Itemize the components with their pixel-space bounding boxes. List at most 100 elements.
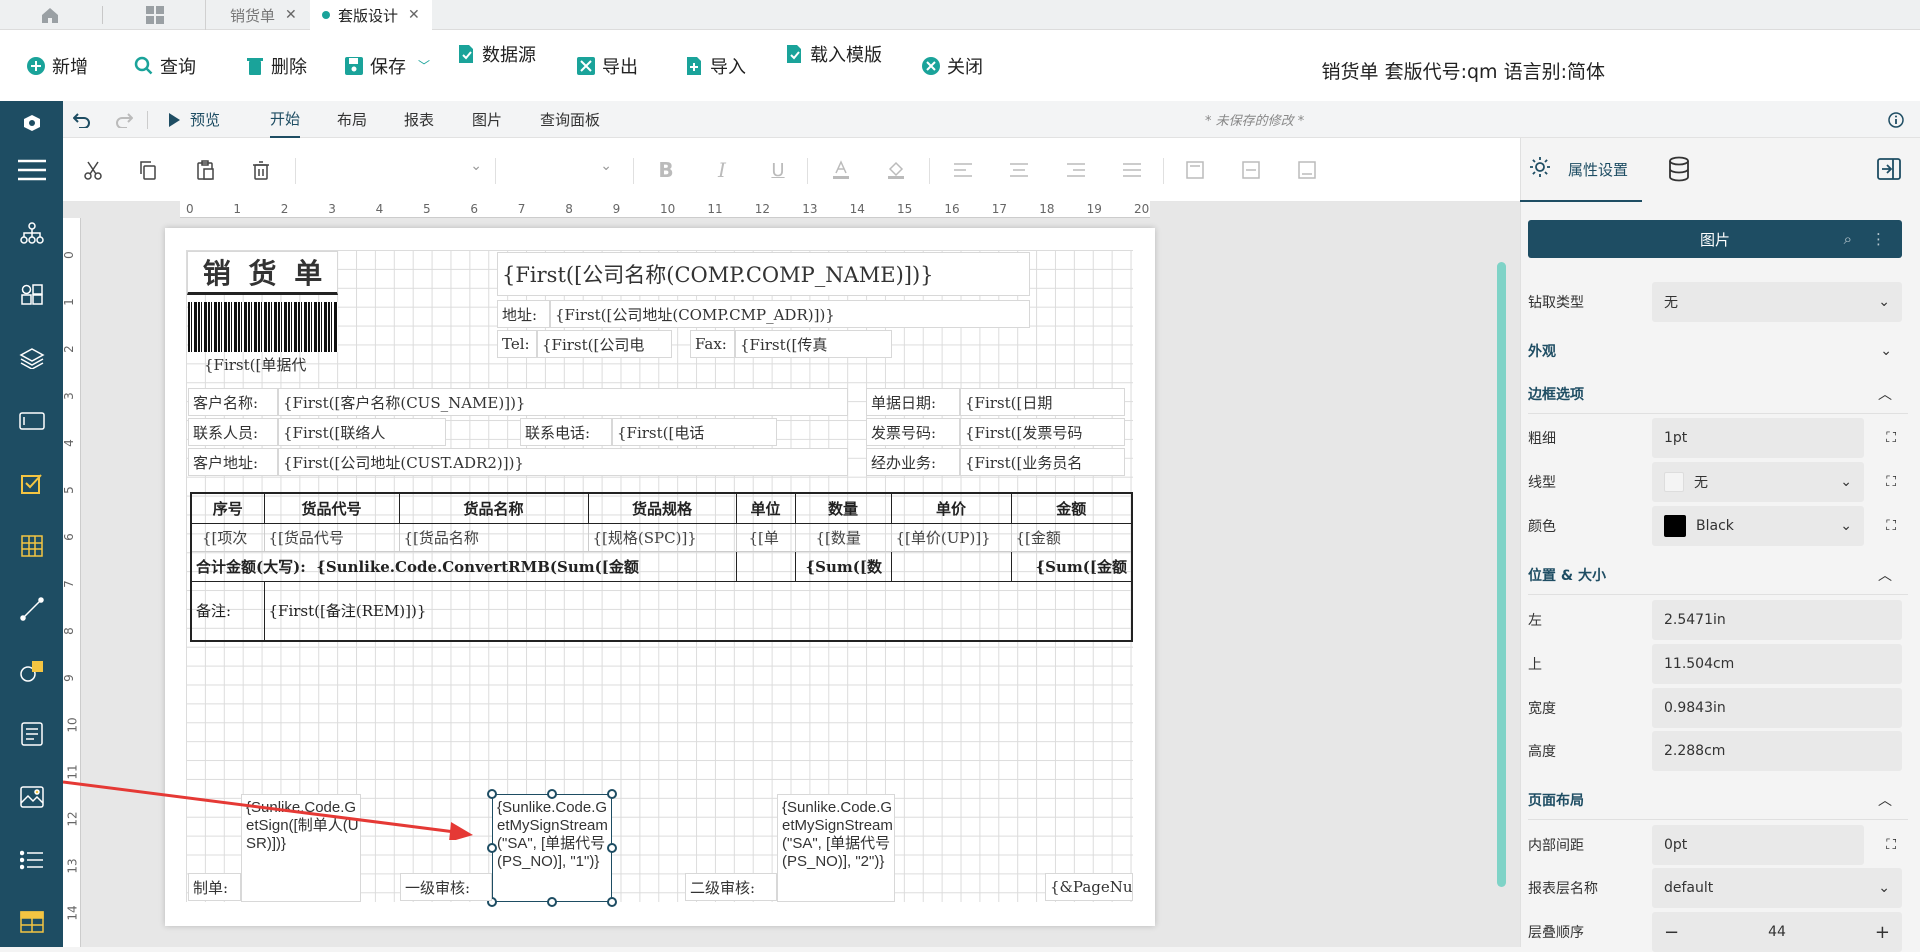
align-left-icon[interactable]: [945, 138, 981, 202]
trash-icon[interactable]: [243, 138, 279, 202]
top-input[interactable]: 11.504cm: [1652, 644, 1902, 684]
new-button[interactable]: 新增: [26, 30, 88, 101]
fax-field[interactable]: {First([传真: [735, 330, 892, 358]
drill-type-select[interactable]: 无 ⌄: [1652, 282, 1902, 322]
tab-start[interactable]: 开始: [270, 101, 301, 138]
cell[interactable]: {[货品代号: [263, 522, 400, 552]
close-icon[interactable]: ✕: [285, 7, 297, 23]
address-label[interactable]: 地址:: [497, 300, 550, 328]
width-input[interactable]: 0.9843in: [1652, 688, 1902, 728]
more-icon[interactable]: ⋮: [1871, 230, 1886, 248]
invoice-field[interactable]: {First([发票号码: [960, 418, 1125, 446]
contact-field[interactable]: {First([联络人: [278, 418, 446, 446]
customer-address-label[interactable]: 客户地址:: [188, 448, 278, 476]
header-cell[interactable]: 单位: [735, 492, 796, 524]
align-center-icon[interactable]: [1001, 138, 1037, 202]
date-label[interactable]: 单据日期:: [866, 388, 960, 416]
header-cell[interactable]: 单价: [890, 492, 1012, 524]
resize-handle[interactable]: [607, 843, 617, 853]
phone-field[interactable]: {First([电话: [612, 418, 777, 446]
detail-table[interactable]: 序号 货品代号 货品名称 货品规格 单位 数量 单价 金额 {[项次 {[货品代…: [190, 492, 1133, 642]
grid-table-icon[interactable]: [0, 900, 63, 944]
color-select[interactable]: Black ⌄: [1652, 506, 1864, 546]
contact-label[interactable]: 联系人员:: [188, 418, 278, 446]
vertical-scrollbar[interactable]: [1497, 262, 1506, 887]
list-icon[interactable]: [0, 838, 63, 882]
report-title[interactable]: 销 货 单: [187, 251, 338, 295]
layer-select[interactable]: default ⌄: [1652, 868, 1902, 908]
sum-amount-cell[interactable]: {Sum([金额: [1010, 550, 1133, 582]
resize-handle[interactable]: [607, 789, 617, 799]
header-cell[interactable]: 货品名称: [398, 492, 589, 524]
border-section[interactable]: 边框选项 ︿: [1528, 374, 1908, 414]
sum-qty-cell[interactable]: {Sum([数: [794, 550, 892, 582]
save-button[interactable]: 保存 ﹀: [344, 30, 430, 101]
info-icon[interactable]: [1888, 101, 1904, 138]
shapes-icon[interactable]: [0, 649, 63, 693]
export-button[interactable]: 导出: [576, 30, 638, 101]
tab-layout[interactable]: 布局: [337, 101, 367, 138]
menu-icon[interactable]: [0, 148, 63, 192]
tab-sales-order[interactable]: 销货单 ✕: [230, 0, 297, 30]
font-color-icon[interactable]: [823, 138, 859, 202]
header-cell[interactable]: 金额: [1010, 492, 1133, 524]
invoice-label[interactable]: 发票号码:: [866, 418, 960, 446]
load-template-button[interactable]: 载入模版: [784, 18, 882, 89]
import-button[interactable]: 导入: [684, 30, 746, 101]
expand-icon[interactable]: ⛶: [1886, 430, 1896, 446]
company-name-field[interactable]: {First([公司名称(COMP.COMP_NAME)])}: [497, 252, 1030, 296]
valign-middle-icon[interactable]: [1233, 138, 1269, 202]
page-number-field[interactable]: {&PageNu: [1045, 873, 1133, 901]
font-family-select[interactable]: ⌄: [308, 156, 488, 184]
fill-color-icon[interactable]: [878, 138, 914, 202]
line-style-select[interactable]: 无 ⌄: [1652, 462, 1864, 502]
padding-input[interactable]: 0pt: [1652, 825, 1864, 865]
apps-icon[interactable]: [140, 0, 170, 30]
database-icon[interactable]: [1668, 156, 1690, 186]
expand-icon[interactable]: ⛶: [1886, 474, 1896, 490]
expand-icon[interactable]: ⛶: [1886, 518, 1896, 534]
cell[interactable]: {[项次: [190, 522, 265, 552]
hierarchy-icon[interactable]: [0, 211, 63, 255]
delete-button[interactable]: 删除: [245, 30, 307, 101]
textbox-icon[interactable]: [0, 399, 63, 443]
picture-icon[interactable]: [0, 775, 63, 819]
query-button[interactable]: 查询: [134, 30, 196, 101]
resize-handle[interactable]: [607, 897, 617, 907]
cut-icon[interactable]: [75, 138, 111, 202]
search-icon[interactable]: ⌕: [1844, 230, 1852, 248]
salesperson-label[interactable]: 经办业务:: [866, 448, 960, 476]
thickness-input[interactable]: 1pt: [1652, 418, 1864, 458]
cell[interactable]: {[货品名称: [398, 522, 589, 552]
layers-icon[interactable]: [0, 336, 63, 380]
z-order-stepper[interactable]: − 44 +: [1652, 912, 1902, 952]
header-cell[interactable]: 货品规格: [587, 492, 737, 524]
underline-icon[interactable]: U: [760, 138, 796, 202]
header-cell[interactable]: 序号: [190, 492, 265, 524]
align-right-icon[interactable]: [1058, 138, 1094, 202]
left-input[interactable]: 2.5471in: [1652, 600, 1902, 640]
checkbox-icon[interactable]: [0, 461, 63, 505]
resize-handle[interactable]: [487, 789, 497, 799]
line-icon[interactable]: [0, 587, 63, 631]
audit1-label[interactable]: 一级审核:: [400, 873, 492, 901]
components-icon[interactable]: [0, 273, 63, 317]
audit2-label[interactable]: 二级审核:: [685, 873, 777, 901]
customer-address-field[interactable]: {First([公司地址(CUST.ADR2)])}: [278, 448, 848, 476]
tel-field[interactable]: {First([公司电: [537, 330, 672, 358]
preview-button[interactable]: 预览: [169, 101, 220, 138]
font-size-select[interactable]: ⌄: [508, 156, 618, 184]
appearance-section[interactable]: 外观 ⌄: [1528, 331, 1908, 371]
doc-number-field[interactable]: {First([单据代: [200, 352, 340, 376]
barcode[interactable]: [188, 302, 338, 352]
height-input[interactable]: 2.288cm: [1652, 731, 1902, 771]
cell[interactable]: {[规格(SPC)]}: [587, 522, 737, 552]
valign-top-icon[interactable]: [1177, 138, 1213, 202]
customer-field[interactable]: {First([客户名称(CUS_NAME)])}: [278, 388, 848, 416]
header-cell[interactable]: 货品代号: [263, 492, 400, 524]
bold-icon[interactable]: B: [648, 138, 684, 202]
close-button[interactable]: 关闭: [921, 30, 983, 101]
customer-label[interactable]: 客户名称:: [188, 388, 278, 416]
tab-properties[interactable]: 属性设置: [1520, 138, 1642, 202]
cell[interactable]: {[数量: [794, 522, 892, 552]
